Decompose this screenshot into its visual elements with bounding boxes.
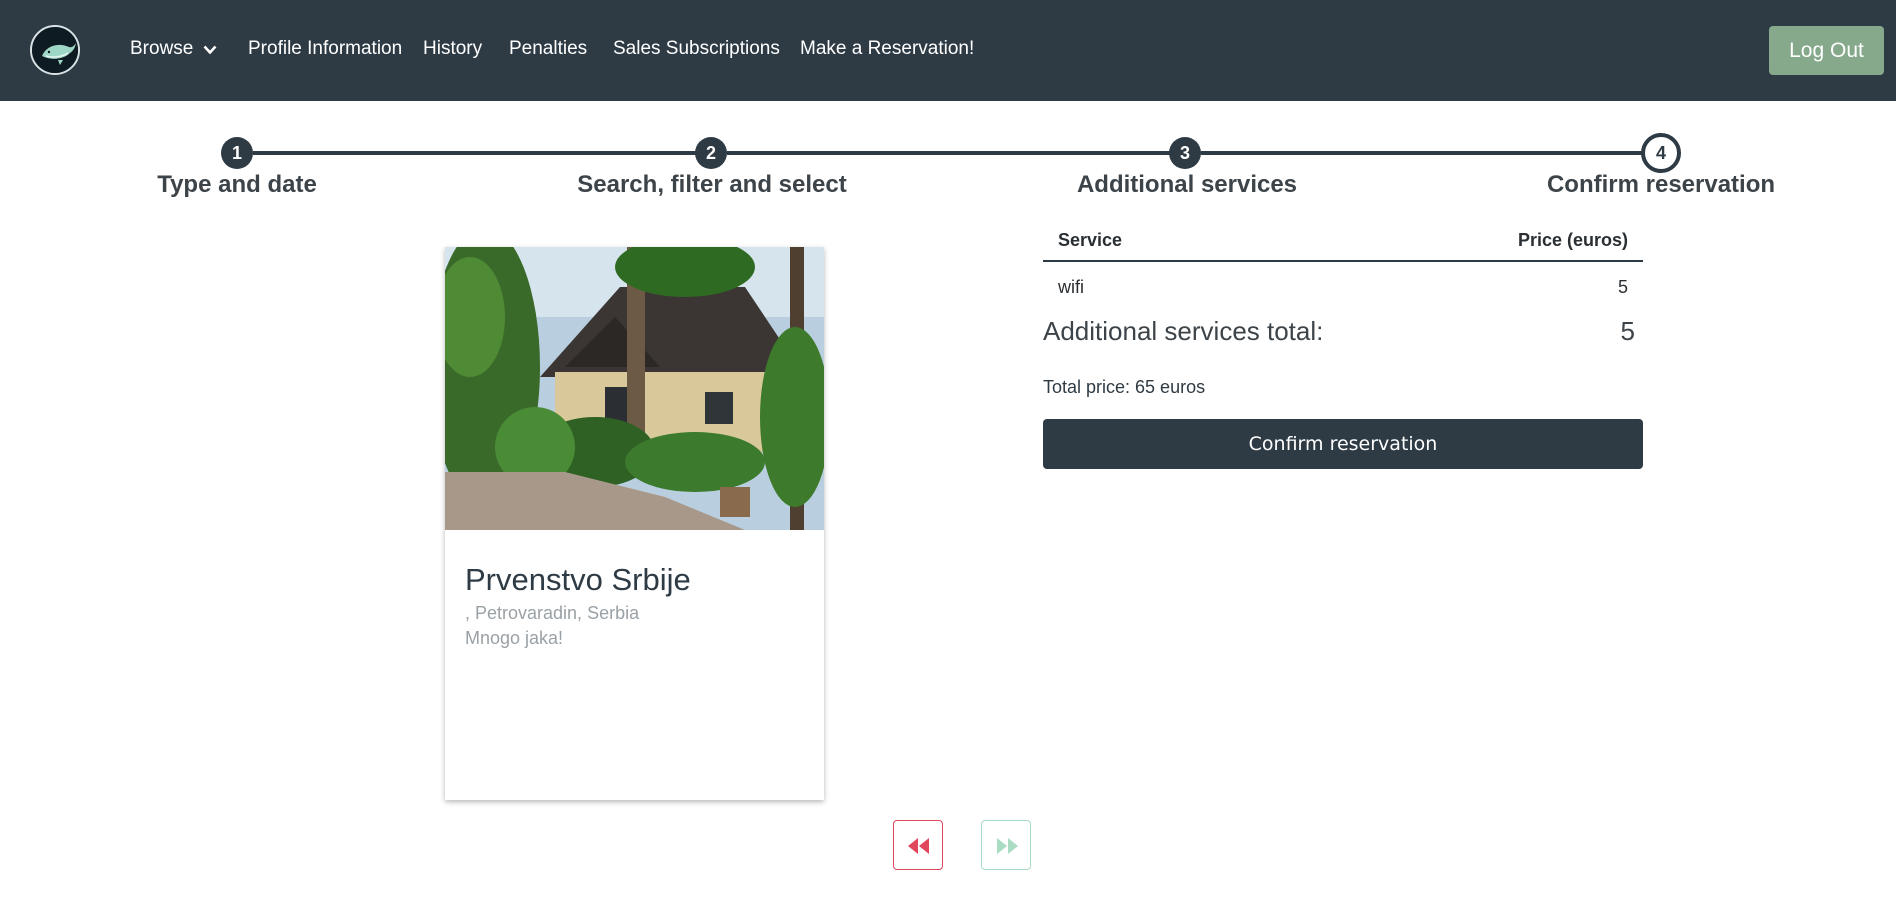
fast-forward-icon	[997, 838, 1018, 854]
step-4-label: Confirm reservation	[1546, 171, 1776, 198]
nav-make-reservation[interactable]: Make a Reservation!	[800, 38, 974, 60]
fast-backward-icon	[908, 838, 929, 854]
step-2-indicator: 2	[695, 137, 727, 169]
step-1-label: Type and date	[157, 171, 317, 198]
step-4-indicator: 4	[1641, 133, 1681, 173]
column-header-price: Price (euros)	[1517, 230, 1628, 250]
card-address: , Petrovaradin, Serbia	[465, 603, 640, 623]
nav-profile-information[interactable]: Profile Information	[248, 38, 402, 60]
step-2-label: Search, filter and select	[577, 171, 847, 198]
step-3-indicator: 3	[1169, 137, 1201, 169]
additional-services-total-label: Additional services total:	[1043, 316, 1324, 346]
cottage-card: Prvenstvo Srbije , Petrovaradin, Serbia …	[445, 247, 824, 800]
next-step-button[interactable]	[981, 820, 1031, 870]
table-row: wifi 5	[1043, 264, 1643, 308]
house-garden-photo	[445, 247, 824, 530]
previous-step-button[interactable]	[893, 820, 943, 870]
step-3-label: Additional services	[1076, 171, 1298, 198]
card-description: Mnogo jaka!	[465, 628, 564, 648]
step-connector	[1201, 151, 1649, 155]
step-1-indicator: 1	[221, 137, 253, 169]
logout-button[interactable]: Log Out	[1769, 26, 1884, 75]
column-header-service: Service	[1058, 230, 1123, 250]
table-header: Service Price (euros)	[1043, 222, 1643, 262]
top-navbar: Browse Profile Information History Penal…	[0, 0, 1896, 101]
step-connector	[253, 151, 711, 155]
nav-sales-subscriptions[interactable]: Sales Subscriptions	[613, 38, 780, 60]
step-connector	[727, 151, 1185, 155]
nav-history[interactable]: History	[423, 38, 482, 60]
total-price: Total price: 65 euros	[1043, 377, 1206, 397]
chevron-down-icon[interactable]	[203, 43, 217, 55]
service-name: wifi	[1058, 277, 1084, 297]
whale-logo-icon[interactable]	[30, 25, 80, 75]
additional-services-total-value: 5	[1620, 316, 1635, 346]
confirm-reservation-button[interactable]: Confirm reservation	[1043, 419, 1643, 469]
card-title: Prvenstvo Srbije	[465, 562, 691, 597]
nav-penalties[interactable]: Penalties	[509, 38, 587, 60]
service-price: 5	[1617, 277, 1628, 297]
nav-browse[interactable]: Browse	[130, 38, 193, 60]
